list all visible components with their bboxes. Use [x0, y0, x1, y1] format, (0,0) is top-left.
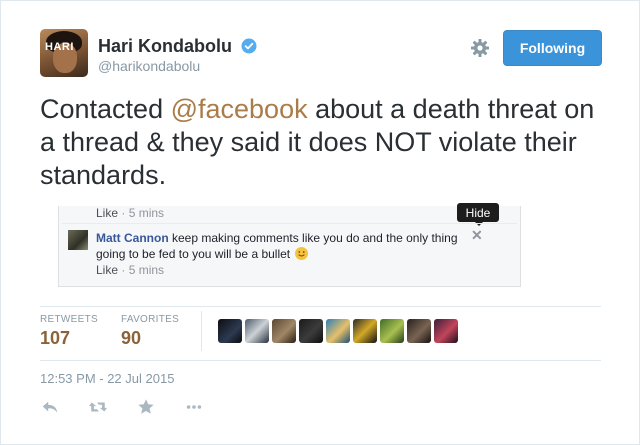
- verified-badge-icon: [241, 38, 257, 54]
- divider-bottom: [40, 360, 601, 361]
- favoriter-avatar[interactable]: [326, 319, 350, 343]
- embedded-screenshot: Like · 5 mins Hide Matt Cannon keep maki…: [58, 203, 521, 287]
- like-link-bottom[interactable]: Like: [96, 263, 118, 277]
- like-link-top[interactable]: Like: [96, 206, 118, 220]
- following-button[interactable]: Following: [503, 30, 602, 66]
- meta-separator-bottom: ·: [121, 263, 126, 277]
- retweets-count[interactable]: 107: [40, 328, 70, 349]
- favorite-icon[interactable]: [136, 397, 156, 417]
- gear-icon[interactable]: [470, 38, 490, 58]
- comment-time-top: 5 mins: [128, 206, 165, 220]
- divider-top: [40, 306, 601, 307]
- favoriter-avatar[interactable]: [299, 319, 323, 343]
- stats-separator: [201, 311, 202, 351]
- favoriter-avatar[interactable]: [245, 319, 269, 343]
- tweet-card: HARI Hari Kondabolu @harikondabolu Follo…: [0, 0, 640, 445]
- user-handle[interactable]: @harikondabolu: [98, 58, 200, 74]
- tweet-text-before: Contacted: [40, 94, 171, 124]
- comment-time-bottom: 5 mins: [128, 263, 165, 277]
- tweet-timestamp[interactable]: 12:53 PM - 22 Jul 2015: [40, 371, 174, 386]
- favorites-count[interactable]: 90: [121, 328, 141, 349]
- commenter-avatar[interactable]: [68, 230, 88, 250]
- comment-author[interactable]: Matt Cannon: [96, 231, 169, 245]
- comment-meta-bottom: Like · 5 mins: [96, 263, 164, 277]
- mention-link[interactable]: @facebook: [171, 94, 308, 124]
- favoriter-avatar[interactable]: [272, 319, 296, 343]
- user-name[interactable]: Hari Kondabolu: [98, 36, 257, 57]
- tweet-actions: [40, 397, 232, 417]
- retweets-label: RETWEETS: [40, 314, 98, 325]
- favoriter-avatar[interactable]: [434, 319, 458, 343]
- meta-separator-top: ·: [121, 206, 126, 220]
- favoriter-avatar[interactable]: [407, 319, 431, 343]
- smiley-emoji-icon: [295, 247, 309, 260]
- favoriter-avatar[interactable]: [353, 319, 377, 343]
- retweet-icon[interactable]: [88, 397, 108, 417]
- user-avatar[interactable]: HARI: [40, 29, 88, 77]
- avatar-text: HARI: [45, 41, 74, 53]
- favoriter-avatar[interactable]: [380, 319, 404, 343]
- favoriter-avatar[interactable]: [218, 319, 242, 343]
- more-icon[interactable]: [184, 397, 204, 417]
- close-icon[interactable]: ✕: [471, 227, 483, 244]
- hide-tooltip: Hide: [457, 203, 499, 226]
- tweet-text: Contacted @facebook about a death threat…: [40, 93, 600, 192]
- reply-icon[interactable]: [40, 397, 60, 417]
- favorites-label: FAVORITES: [121, 314, 180, 325]
- user-name-text[interactable]: Hari Kondabolu: [98, 36, 232, 56]
- comment-body: Matt Cannon keep making comments like yo…: [96, 230, 476, 262]
- favoriter-avatars: [218, 319, 458, 343]
- comment-meta-top: Like · 5 mins: [96, 206, 164, 220]
